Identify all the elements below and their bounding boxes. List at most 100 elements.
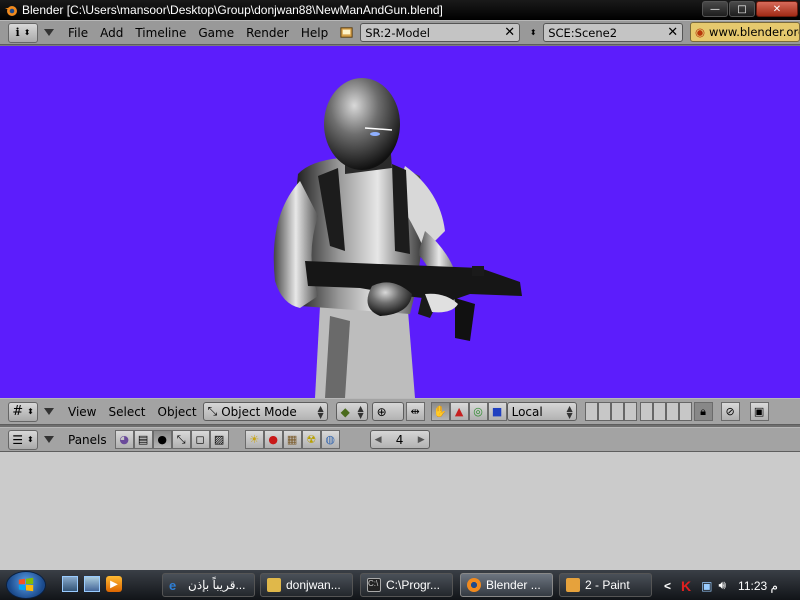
layer-buttons-group-2: [639, 402, 692, 421]
taskbar-task-blender[interactable]: Blender ...: [460, 573, 553, 597]
start-button[interactable]: [6, 571, 46, 599]
logic-context-icon[interactable]: ◕: [114, 430, 134, 449]
menu-add[interactable]: Add: [100, 26, 123, 40]
orientation-select[interactable]: Local ▲ ▼: [506, 402, 577, 421]
website-link-text: www.blender.org: [709, 25, 800, 39]
switch-windows-icon[interactable]: [84, 576, 100, 592]
updown-arrows-icon: ⬍: [27, 407, 34, 416]
quick-launch: ▶: [62, 576, 122, 592]
taskbar-task-cmd[interactable]: C:\ C:\Progr...: [360, 573, 453, 597]
menu-view[interactable]: View: [68, 405, 96, 419]
buttons-window-icon: ☰: [12, 432, 24, 447]
menu-render[interactable]: Render: [246, 26, 289, 40]
internet-explorer-icon: e: [169, 578, 177, 593]
texture-icon[interactable]: ▦: [282, 430, 302, 449]
collapse-menu-triangle-icon[interactable]: [44, 408, 54, 415]
menu-select[interactable]: Select: [108, 405, 145, 419]
dropdown-arrows-icon: ▲ ▼: [566, 404, 573, 420]
radiosity-icon[interactable]: ☢: [301, 430, 321, 449]
system-tray: < K ▣ 🔊︎ 11:23 م: [662, 571, 800, 600]
task-label: Blender ...: [486, 578, 541, 592]
script-context-icon[interactable]: ▤: [133, 430, 153, 449]
screen-browse-icon[interactable]: [338, 25, 354, 41]
updown-arrows-icon: ⬍: [27, 435, 34, 444]
lamp-icon[interactable]: ☀: [244, 430, 264, 449]
taskbar-task-folder[interactable]: donjwan...: [260, 573, 353, 597]
scene-name-field[interactable]: SCE:Scene2 ✕: [543, 23, 684, 42]
pivot-icon: ⊕: [376, 404, 387, 419]
info-header: i ⬍ File Add Timeline Game Render Help S…: [0, 20, 800, 45]
blender-small-icon: ◉: [695, 25, 706, 39]
context-buttons-group: ◕ ▤ ● ⤡ ◻ ▨: [114, 430, 229, 449]
delete-screen-icon[interactable]: ✕: [502, 25, 517, 40]
draw-type-select[interactable]: ◆ ▲ ▼: [335, 402, 368, 421]
shading-context-icon[interactable]: ●: [152, 430, 172, 449]
menu-object[interactable]: Object: [158, 405, 197, 419]
object-context-icon[interactable]: ⤡: [171, 430, 191, 449]
menu-file[interactable]: File: [68, 26, 88, 40]
layer-button[interactable]: [639, 402, 653, 421]
layer-button[interactable]: [610, 402, 624, 421]
network-icon[interactable]: ▣: [701, 579, 712, 593]
close-button[interactable]: ✕: [756, 1, 798, 17]
scene-context-icon[interactable]: ▨: [209, 430, 229, 449]
hand-manipulator-icon[interactable]: ✋: [430, 402, 450, 421]
minimize-button[interactable]: —: [702, 1, 728, 17]
editor-type-3dview-button[interactable]: # ⬍: [8, 401, 38, 422]
menu-panels[interactable]: Panels: [68, 433, 107, 447]
delete-scene-icon[interactable]: ✕: [665, 25, 680, 40]
paint-icon: [566, 578, 580, 592]
frame-number-field[interactable]: ◀ 4 ▶: [369, 430, 430, 449]
taskbar-task-paint[interactable]: 2 - Paint: [559, 573, 652, 597]
rotate-manipulator-icon[interactable]: ◎: [468, 402, 488, 421]
taskbar-task-ie[interactable]: e قريباً بإذن...: [162, 573, 255, 597]
scale-manipulator-icon[interactable]: ■: [487, 402, 507, 421]
decrement-arrow-icon[interactable]: ◀: [375, 435, 382, 445]
layer-button[interactable]: [678, 402, 692, 421]
menu-help[interactable]: Help: [301, 26, 328, 40]
link-icon[interactable]: ⊘: [720, 402, 740, 421]
3d-viewport[interactable]: [0, 46, 800, 398]
collapse-menu-triangle-icon[interactable]: [44, 29, 54, 36]
maximize-button[interactable]: □: [729, 1, 755, 17]
mode-select[interactable]: ⤡ Object Mode ▲ ▼: [202, 402, 328, 421]
editing-context-icon[interactable]: ◻: [190, 430, 210, 449]
menu-timeline[interactable]: Timeline: [135, 26, 186, 40]
layer-button[interactable]: [623, 402, 637, 421]
buttons-window-header: ☰ ⬍ Panels ◕ ▤ ● ⤡ ◻ ▨ ☀ ● ▦ ☢ ◍ ◀ 4 ▶: [0, 427, 800, 452]
pivot-select[interactable]: ⊕: [371, 402, 404, 421]
volume-icon[interactable]: 🔊︎: [718, 578, 726, 593]
shaded-sphere-icon: ◆: [340, 404, 350, 419]
editor-type-buttons-button[interactable]: ☰ ⬍: [8, 429, 38, 450]
show-desktop-icon[interactable]: [62, 576, 78, 592]
layer-button[interactable]: [597, 402, 611, 421]
blender-logo-icon: [5, 6, 17, 16]
buttons-panel-area[interactable]: [0, 452, 800, 570]
clock[interactable]: 11:23 م: [738, 579, 778, 593]
layer-button[interactable]: [584, 402, 598, 421]
scene-browse-arrows-icon[interactable]: ⬍: [526, 28, 540, 37]
editor-type-info-button[interactable]: i ⬍: [8, 22, 38, 43]
world-icon[interactable]: ◍: [320, 430, 340, 449]
translate-manipulator-icon[interactable]: ▲: [449, 402, 469, 421]
menu-game[interactable]: Game: [198, 26, 234, 40]
increment-arrow-icon[interactable]: ▶: [418, 435, 425, 445]
tray-expand-chevron[interactable]: <: [664, 579, 671, 593]
kaspersky-icon[interactable]: K: [681, 578, 691, 594]
screen-name-field[interactable]: SR:2-Model ✕: [360, 23, 521, 42]
snap-arrows-icon[interactable]: ⇹: [405, 402, 425, 421]
layer-buttons-group-1: [584, 402, 637, 421]
dropdown-arrows-icon: ▲ ▼: [357, 404, 364, 420]
website-link[interactable]: ◉ www.blender.org: [690, 22, 800, 42]
object-mode-icon: ⤡: [207, 404, 218, 418]
lock-icon[interactable]: 🔒︎: [693, 402, 713, 421]
layer-button[interactable]: [652, 402, 666, 421]
media-player-icon[interactable]: ▶: [106, 576, 122, 592]
grid-view-icon: #: [12, 404, 24, 419]
material-icon[interactable]: ●: [263, 430, 283, 449]
collapse-menu-triangle-icon[interactable]: [44, 436, 54, 443]
windows-logo-icon: [18, 577, 34, 592]
render-preview-icon[interactable]: ▣: [749, 402, 769, 421]
screen-name-text: SR:2-Model: [365, 25, 430, 40]
layer-button[interactable]: [665, 402, 679, 421]
